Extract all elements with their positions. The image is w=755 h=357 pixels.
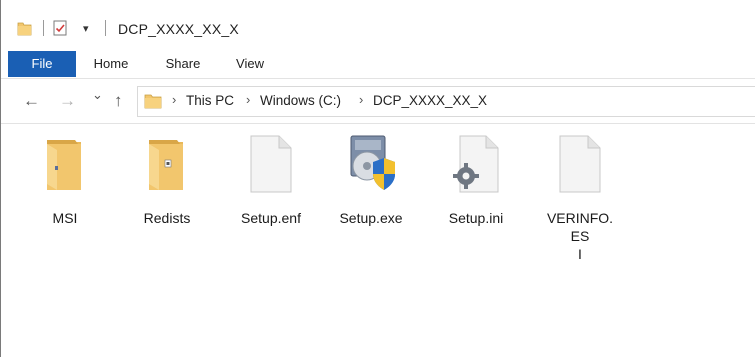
folder-icon — [149, 140, 183, 190]
back-arrow-icon[interactable]: ← — [23, 91, 40, 111]
file-item[interactable]: MSI — [20, 132, 110, 227]
folder-icon — [47, 140, 81, 190]
forward-arrow-icon[interactable]: → — [59, 91, 76, 111]
file-name: Setup.exe — [339, 210, 403, 226]
file-item[interactable]: Redists — [122, 132, 212, 227]
folder-icon — [144, 94, 162, 109]
quick-access-dropdown-icon[interactable]: ▾ — [83, 22, 89, 35]
breadcrumb-dcp-folder[interactable]: DCP_XXXX_XX_X — [373, 93, 487, 108]
explorer-window: ▾ DCP_XXXX_XX_X File Home Share View ← →… — [0, 0, 755, 357]
file-list: MSI Redists Setup.enf Setup.exe Setup.in… — [1, 124, 755, 357]
file-name: VERINFO.ES I — [546, 210, 614, 262]
navigation-bar: ← → ⌄ ↑ › This PC › Windows (C:) › DCP_X… — [1, 78, 755, 124]
installer-exe-icon — [350, 135, 395, 190]
file-name: Setup.enf — [241, 210, 301, 226]
title-bar: ▾ DCP_XXXX_XX_X — [1, 0, 755, 51]
breadcrumb-this-pc[interactable]: This PC — [186, 93, 234, 108]
recent-locations-icon[interactable]: ⌄ — [92, 87, 103, 103]
up-arrow-icon[interactable]: ↑ — [114, 91, 123, 111]
file-item[interactable]: Setup.ini — [431, 132, 521, 227]
tab-file[interactable]: File — [8, 51, 76, 77]
folder-icon — [17, 22, 32, 36]
blank-file-icon — [250, 135, 292, 193]
title-separator — [43, 20, 44, 36]
file-item[interactable]: Setup.enf — [226, 132, 316, 227]
settings-file-icon — [453, 135, 499, 193]
file-name: MSI — [52, 210, 78, 226]
ribbon-tabs: File Home Share View — [1, 51, 755, 77]
address-bar[interactable]: › This PC › Windows (C:) › DCP_XXXX_XX_X — [137, 86, 755, 117]
title-separator — [105, 20, 106, 36]
properties-check-icon[interactable] — [53, 20, 67, 36]
file-name: Redists — [143, 210, 191, 226]
tab-view[interactable]: View — [225, 51, 275, 77]
blank-file-icon — [559, 135, 601, 193]
breadcrumb-separator: › — [359, 92, 364, 107]
breadcrumb-windows-c[interactable]: Windows (C:) — [260, 93, 341, 108]
tab-share[interactable]: Share — [157, 51, 209, 77]
breadcrumb-separator: › — [172, 92, 177, 107]
tab-home[interactable]: Home — [85, 51, 137, 77]
window-title: DCP_XXXX_XX_X — [118, 21, 239, 37]
file-name: Setup.ini — [448, 210, 504, 226]
breadcrumb-separator: › — [246, 92, 251, 107]
file-item[interactable]: VERINFO.ES I — [535, 132, 625, 263]
file-item[interactable]: Setup.exe — [326, 132, 416, 227]
